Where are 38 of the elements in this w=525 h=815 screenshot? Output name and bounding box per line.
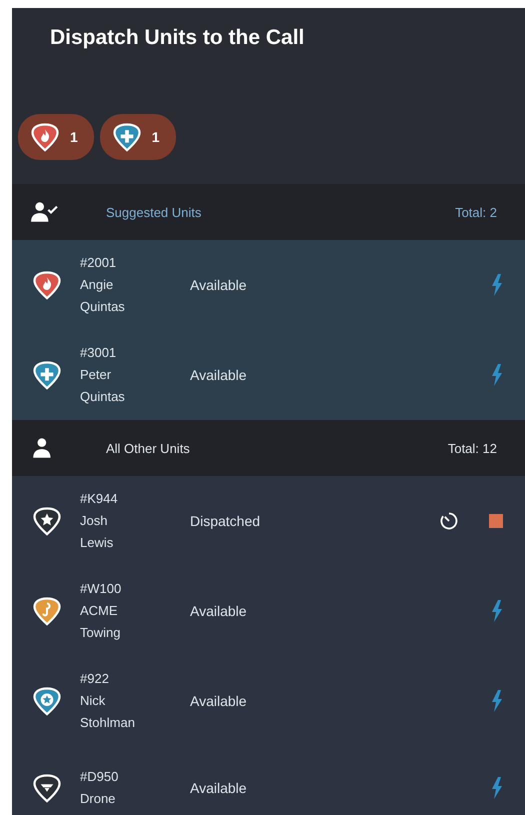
unit-name: Angie Quintas [80,276,126,316]
unit-id: #W100 [80,580,122,598]
lightning-icon[interactable] [491,273,503,297]
unit-id: #922 [80,670,110,688]
unit-type-filter-chip[interactable]: 1 [18,114,94,160]
lightning-icon[interactable] [491,689,503,713]
unit-status: Dispatched [190,513,262,529]
unit-row[interactable]: #2001 Angie Quintas Available [12,240,525,330]
unit-name: Peter Quintas [80,366,126,406]
unit-status: Available [190,603,248,619]
unit-type-filter-chip[interactable]: 1 [100,114,176,160]
lightning-icon[interactable] [491,776,503,800]
section-label: Suggested Units [106,204,202,220]
unit-row[interactable]: #3001 Peter Quintas Available [12,330,525,420]
person-check-icon [30,201,58,223]
section-total: Total: 12 [448,440,497,456]
section-label: All Other Units [106,440,191,456]
unit-name: ACME Towing [80,602,122,642]
unit-status: Available [190,693,248,709]
unit-status: Available [190,277,248,293]
lightning-icon[interactable] [491,599,503,623]
unit-status: Available [190,367,248,383]
unit-name: Drone [80,790,116,808]
unit-id: #D950 [80,768,120,786]
unit-row[interactable]: #922 Nick Stohlman Available [12,656,525,746]
unit-name: Nick Stohlman [80,692,136,732]
unit-name: Josh Lewis [80,512,114,552]
unit-row[interactable]: #K944 Josh Lewis Dispatched [12,476,525,566]
lightning-icon[interactable] [491,363,503,387]
window-title: Dispatch Units to the Call [49,25,306,50]
timer-icon[interactable] [439,511,459,531]
unit-id: #3001 [80,344,118,362]
unit-row[interactable]: #W100 ACME Towing Available [12,566,525,656]
unit-status: Available [190,780,248,796]
unit-row[interactable]: #D950 Drone Available [12,746,525,815]
unit-id: #K944 [80,490,119,508]
unit-id: #2001 [80,254,118,272]
section-total: Total: 2 [455,204,497,220]
